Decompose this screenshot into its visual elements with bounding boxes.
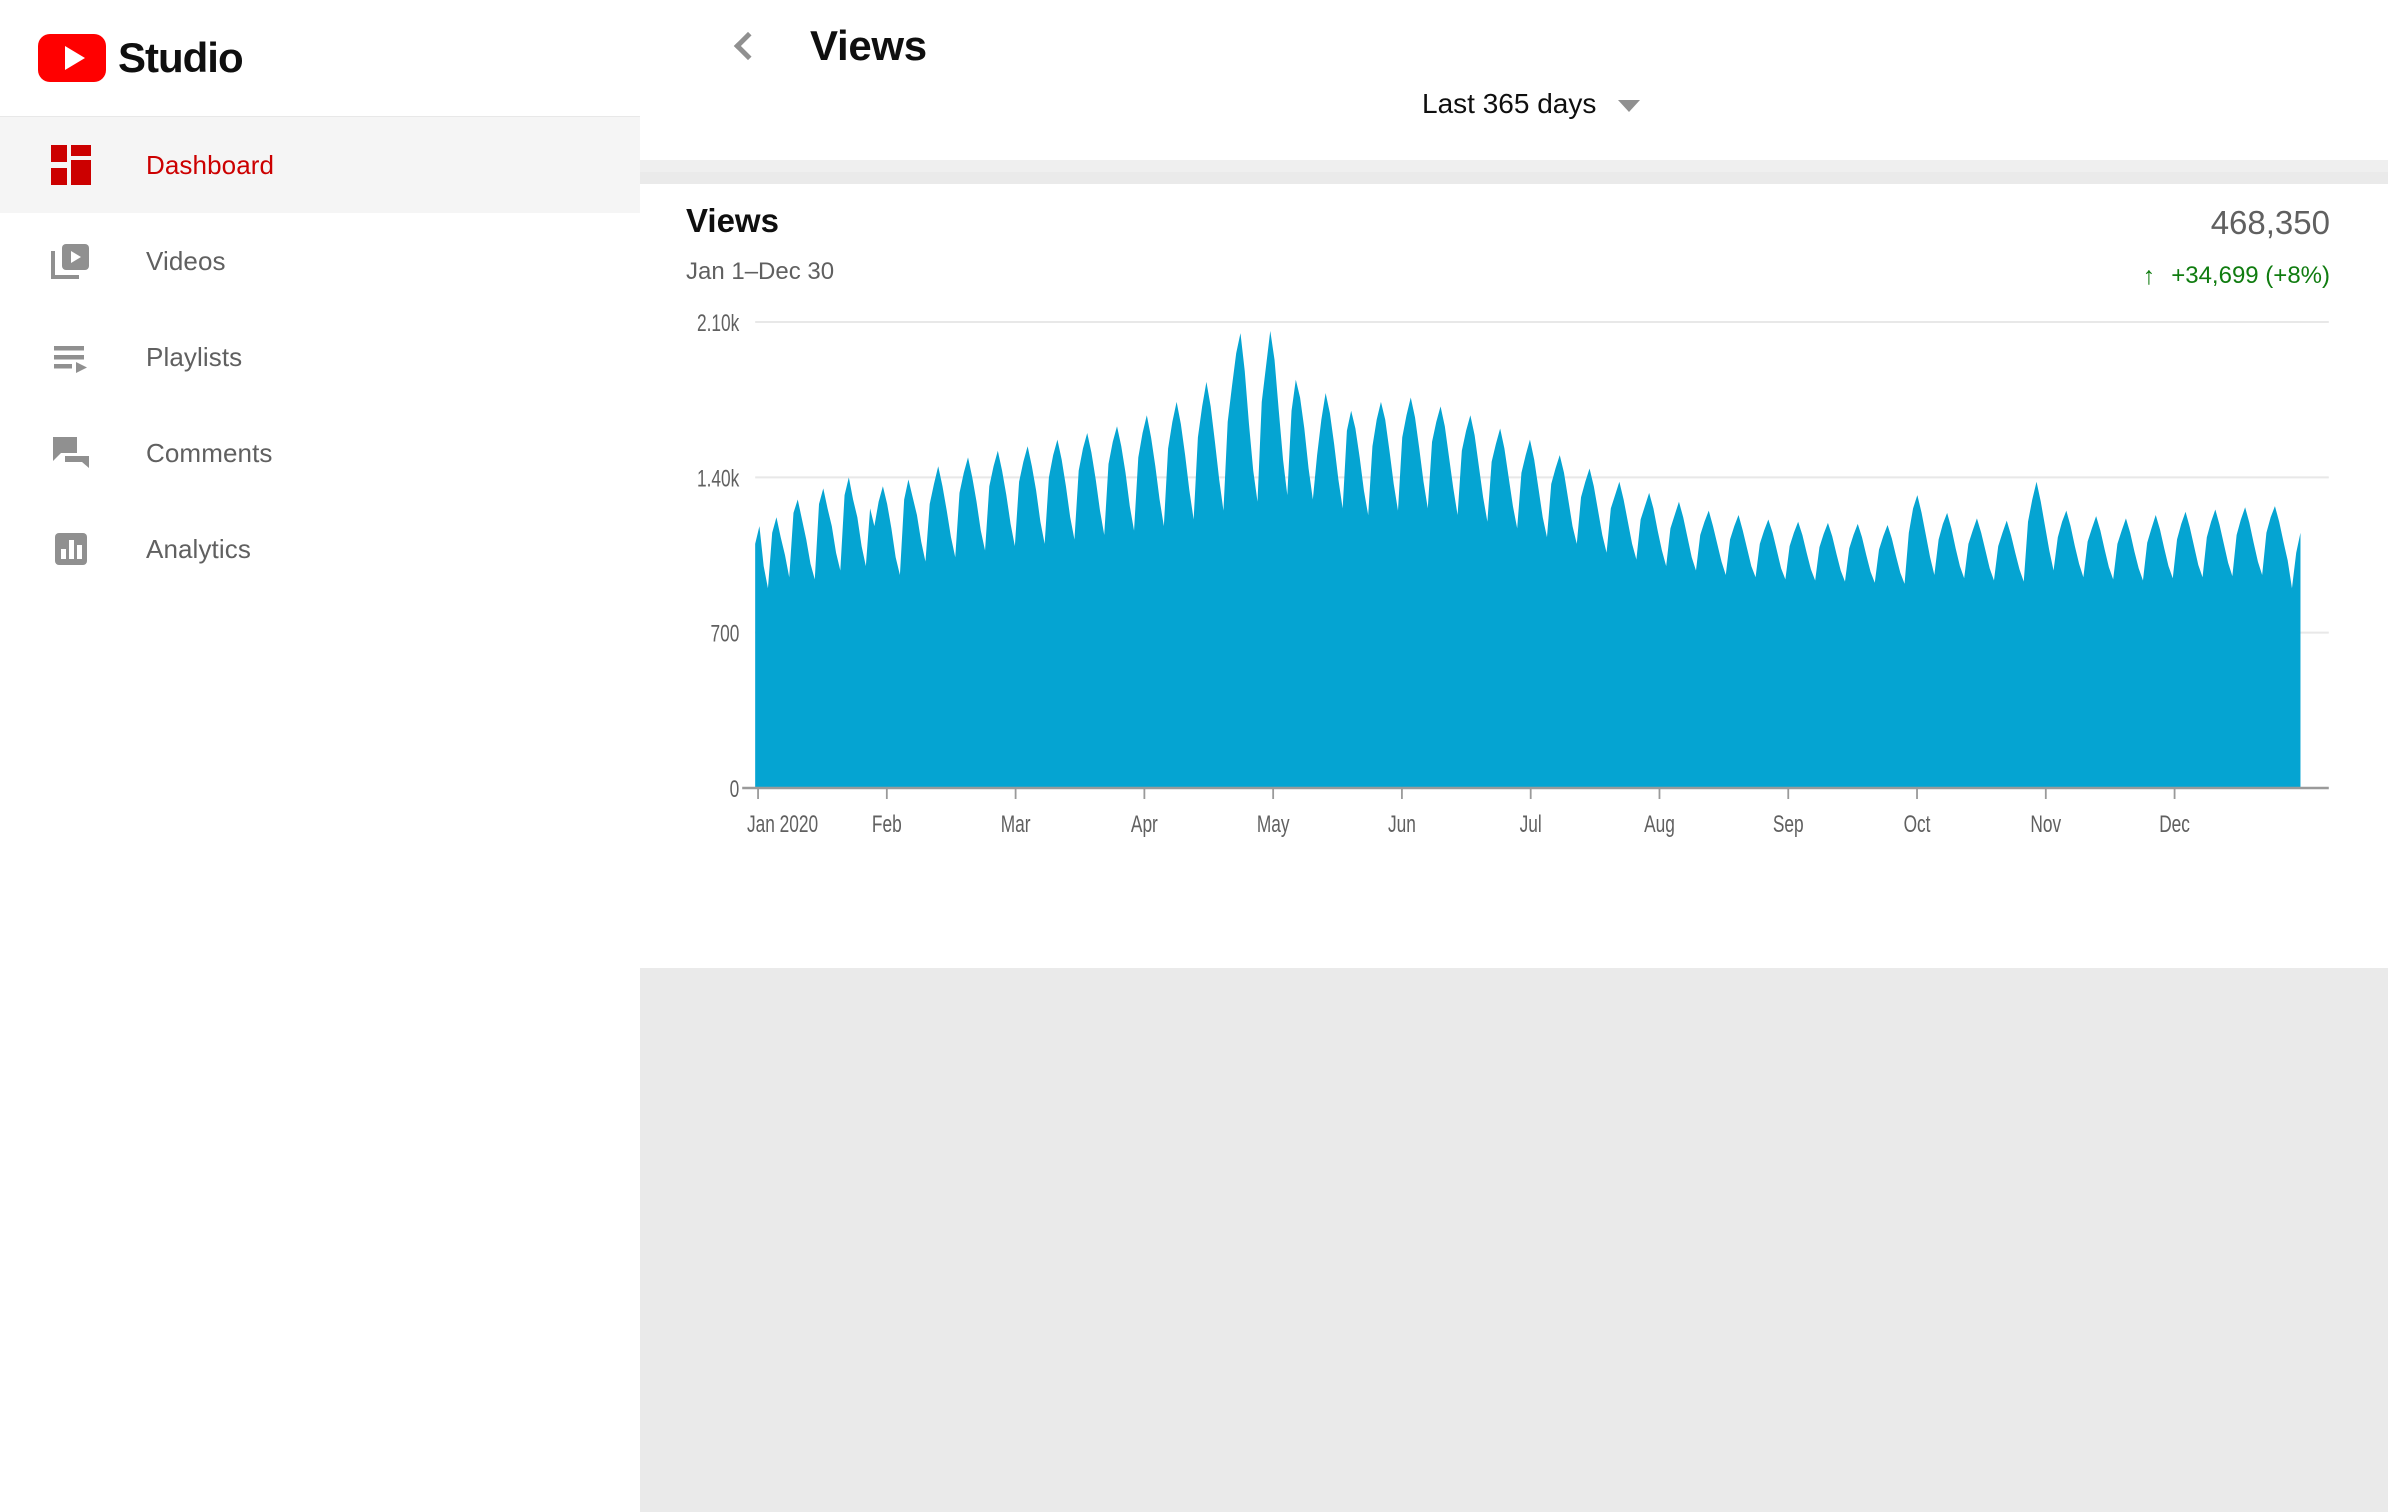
svg-text:Jan 2020: Jan 2020 <box>747 811 818 837</box>
svg-text:1.40k: 1.40k <box>697 466 740 492</box>
svg-text:Feb: Feb <box>872 811 902 837</box>
main-pane: Views Last 365 days Views Jan 1–Dec 30 4… <box>640 0 2388 1512</box>
views-chart-card: Views Jan 1–Dec 30 468,350 ↑ +34,699 (+8… <box>640 184 2388 968</box>
date-range-label: Last 365 days <box>1422 88 1597 119</box>
sidebar-item-analytics[interactable]: Analytics <box>0 501 640 597</box>
sidebar-item-dashboard[interactable]: Dashboard <box>0 117 640 213</box>
sidebar-item-label-playlists: Playlists <box>146 341 243 372</box>
svg-text:Nov: Nov <box>2030 811 2061 837</box>
arrow-up-icon: ↑ <box>2142 261 2156 290</box>
sidebar-item-playlists[interactable]: Playlists <box>0 309 640 405</box>
header-row: Views <box>640 0 2388 92</box>
comments-icon <box>48 430 94 476</box>
chevron-left-icon[interactable] <box>718 19 772 73</box>
chart-svg: 0 700 1.40k 2.10k Jan 2020 Feb Mar Apr May Jun Jul… <box>697 314 2329 838</box>
svg-text:May: May <box>1257 811 1290 837</box>
youtube-play-logo-icon <box>38 34 106 82</box>
pane-header: Views Last 365 days <box>640 0 2388 172</box>
svg-text:Mar: Mar <box>1001 811 1031 837</box>
svg-text:Jul: Jul <box>1520 811 1542 837</box>
page-title: Views <box>810 22 927 69</box>
views-area-chart[interactable]: 0 700 1.40k 2.10k Jan 2020 Feb Mar Apr May Jun Jul… <box>686 314 2336 854</box>
svg-text:Sep: Sep <box>1773 811 1804 837</box>
videos-icon <box>48 238 94 284</box>
metric-delta-value: +34,699 (+8%) <box>2171 262 2330 289</box>
page-background-below-card <box>640 968 2388 1512</box>
metric-total-value: 468,350 <box>2210 204 2330 241</box>
svg-text:Aug: Aug <box>1644 811 1675 837</box>
metric-delta: ↑ +34,699 (+8%) <box>2143 262 2330 290</box>
header-divider <box>640 160 2388 172</box>
svg-text:0: 0 <box>730 776 740 802</box>
svg-text:Oct: Oct <box>1904 811 1931 837</box>
sidebar: Studio Dashboard Videos Playlists Commen… <box>0 0 640 1512</box>
sidebar-item-label-comments: Comments <box>146 437 273 468</box>
analytics-bar-icon <box>48 526 94 572</box>
sidebar-item-videos[interactable]: Videos <box>0 213 640 309</box>
svg-text:700: 700 <box>710 621 739 647</box>
svg-text:Jun: Jun <box>1388 811 1416 837</box>
date-range-row: Last 365 days <box>640 88 2388 120</box>
svg-text:Dec: Dec <box>2159 811 2190 837</box>
card-header: Views Jan 1–Dec 30 468,350 ↑ +34,699 (+8… <box>640 184 2388 314</box>
metric-date-subtitle: Jan 1–Dec 30 <box>686 258 835 285</box>
sidebar-item-comments[interactable]: Comments <box>0 405 640 501</box>
metric-name: Views <box>686 202 779 239</box>
date-range-dropdown[interactable]: Last 365 days <box>1422 88 1641 120</box>
sidebar-item-label-analytics: Analytics <box>146 533 251 564</box>
brand-name: Studio <box>118 34 244 81</box>
playlists-icon <box>48 334 94 380</box>
sidebar-item-label-videos: Videos <box>146 245 226 276</box>
dashboard-grid-icon <box>48 142 94 188</box>
svg-text:2.10k: 2.10k <box>697 314 740 337</box>
sidebar-item-label-dashboard: Dashboard <box>146 149 275 180</box>
sidebar-nav: Dashboard Videos Playlists Comments Anal… <box>0 117 640 597</box>
brand-logo[interactable]: Studio <box>0 0 640 117</box>
chevron-down-icon <box>1618 100 1641 112</box>
youtube-studio-app: Studio Dashboard Videos Playlists Commen… <box>0 0 2388 1512</box>
svg-text:Apr: Apr <box>1131 811 1158 837</box>
